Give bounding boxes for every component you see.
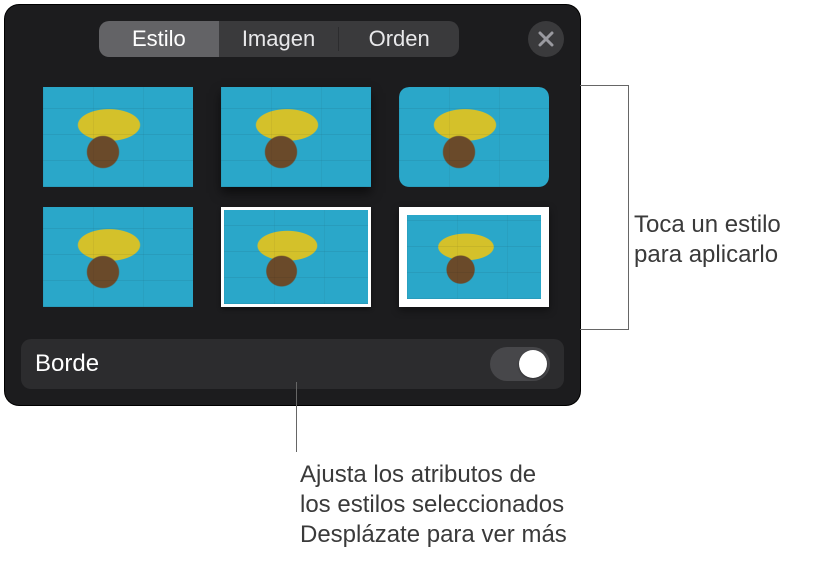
callout-bottom-line3: Desplázate para ver más [300,520,630,550]
border-toggle[interactable] [490,347,550,381]
border-row: Borde [21,339,564,389]
format-panel: Estilo Imagen Orden [5,5,580,405]
tab-imagen[interactable]: Imagen [219,21,339,57]
style-thumb-none[interactable] [43,87,193,187]
callout-bottom-line1: Ajusta los atributos de [300,460,630,490]
photo-thumbnail [407,215,541,299]
close-button[interactable] [528,21,564,57]
tab-estilo[interactable]: Estilo [99,21,219,57]
style-thumb-shadow[interactable] [221,87,371,187]
photo-thumbnail [221,87,371,187]
style-thumb-rounded[interactable] [399,87,549,187]
format-tabs: Estilo Imagen Orden [99,21,459,57]
border-label: Borde [35,350,99,378]
callout-text-right-content: Toca un estilo para aplicarlo [634,211,781,268]
style-thumb-thin-border[interactable] [221,207,371,307]
callout-text-right: Toca un estilo para aplicarlo [634,210,820,270]
tab-orden[interactable]: Orden [339,21,459,57]
photo-thumbnail [399,87,549,187]
callout-bottom-line2: los estilos seleccionados [300,490,630,520]
toggle-knob [519,350,547,378]
style-thumb-thick-border[interactable] [399,207,549,307]
photo-thumbnail [224,210,368,304]
styles-grid [43,87,542,307]
photo-thumbnail [43,87,193,187]
close-icon [538,31,554,47]
photo-thumbnail [43,207,193,307]
callout-text-bottom: Ajusta los atributos de los estilos sele… [300,460,630,550]
callout-bracket-right [580,85,628,330]
style-thumb-plain[interactable] [43,207,193,307]
